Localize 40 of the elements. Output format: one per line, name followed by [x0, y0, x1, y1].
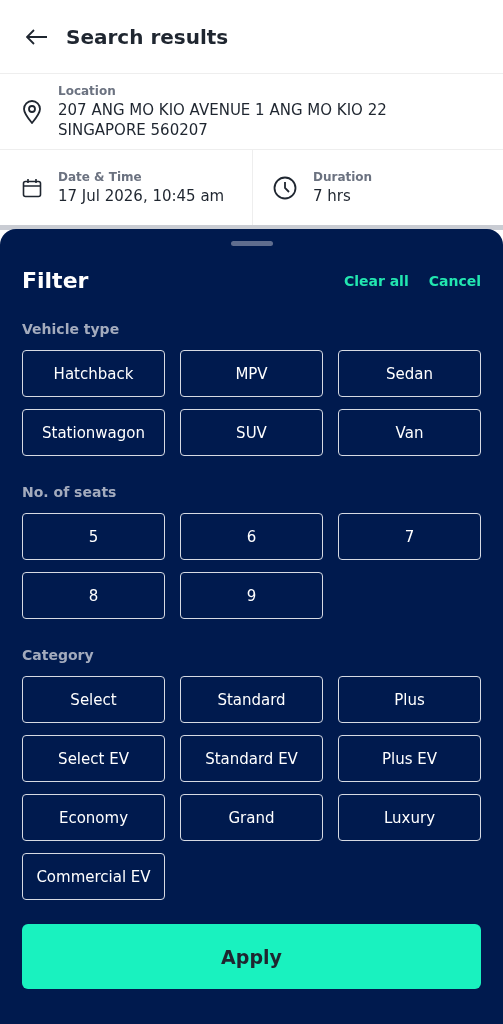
date-time-value: 17 Jul 2026, 10:45 am: [58, 185, 225, 206]
section-heading: Vehicle type: [22, 321, 121, 337]
filter-chip[interactable]: Grand: [180, 794, 323, 841]
filter-chip[interactable]: Commercial EV: [22, 853, 165, 900]
filter-chip[interactable]: SUV: [180, 409, 323, 456]
duration-label: Duration: [313, 169, 373, 184]
page-title: Search results: [66, 24, 229, 49]
filter-chip[interactable]: 8: [22, 572, 165, 619]
date-time-label: Date & Time: [58, 169, 143, 184]
filter-chip[interactable]: 7: [338, 513, 481, 560]
filter-chip[interactable]: Plus EV: [338, 735, 481, 782]
back-icon[interactable]: [26, 28, 48, 45]
filter-chip[interactable]: Select: [22, 676, 165, 723]
filter-chip[interactable]: 5: [22, 513, 165, 560]
cancel-button[interactable]: Cancel: [428, 272, 481, 289]
location-pin-icon: [22, 99, 42, 124]
section-heading: Category: [22, 647, 95, 663]
filter-chip[interactable]: Luxury: [338, 794, 481, 841]
filter-title: Filter: [22, 268, 89, 293]
filter-chip[interactable]: MPV: [180, 350, 323, 397]
filter-chip[interactable]: Stationwagon: [22, 409, 165, 456]
filter-chip[interactable]: Standard EV: [180, 735, 323, 782]
clock-icon: [273, 175, 297, 200]
filter-chip[interactable]: 9: [180, 572, 323, 619]
apply-button[interactable]: Apply: [22, 924, 481, 989]
filter-chip[interactable]: Standard: [180, 676, 323, 723]
filter-chip[interactable]: Hatchback: [22, 350, 165, 397]
filter-chip[interactable]: Select EV: [22, 735, 165, 782]
filter-chip[interactable]: Sedan: [338, 350, 481, 397]
drag-handle[interactable]: [230, 241, 273, 246]
filter-chip[interactable]: Plus: [338, 676, 481, 723]
calendar-icon: [22, 177, 42, 198]
clear-all-button[interactable]: Clear all: [343, 272, 409, 289]
location-value: 207 ANG MO KIO AVENUE 1 ANG MO KIO 22 SINGAPORE 560207: [58, 99, 388, 140]
location-label: Location: [58, 83, 117, 98]
section-heading: No. of seats: [22, 484, 118, 500]
filter-chip[interactable]: 6: [180, 513, 323, 560]
filter-chip[interactable]: Van: [338, 409, 481, 456]
filter-chip[interactable]: Economy: [22, 794, 165, 841]
duration-value: 7 hrs: [313, 185, 352, 206]
